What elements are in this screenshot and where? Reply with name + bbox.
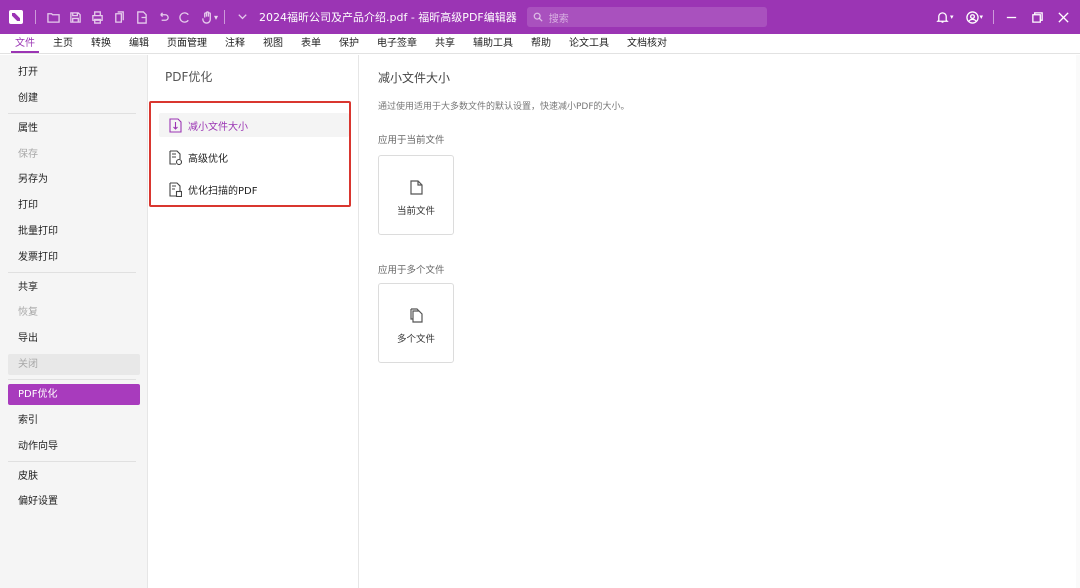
close-icon[interactable] xyxy=(1050,0,1076,34)
nav-properties[interactable]: 属性 xyxy=(8,118,140,139)
nav-close[interactable]: 关闭 xyxy=(8,354,140,375)
restore-icon[interactable] xyxy=(1024,0,1050,34)
menu-view[interactable]: 视图 xyxy=(254,34,292,54)
nav-share[interactable]: 共享 xyxy=(8,277,140,298)
nav-preferences[interactable]: 偏好设置 xyxy=(8,491,140,512)
scan-optimize-icon xyxy=(169,181,182,197)
card-label: 当前文件 xyxy=(396,206,435,217)
panel-title: PDF优化 xyxy=(165,70,213,84)
option-label: 高级优化 xyxy=(188,153,228,165)
nav-batch-print[interactable]: 批量打印 xyxy=(8,221,140,242)
menu-home[interactable]: 主页 xyxy=(44,34,82,54)
menu-accessibility[interactable]: 辅助工具 xyxy=(464,34,522,54)
nav-create[interactable]: 创建 xyxy=(8,88,140,109)
open-icon[interactable] xyxy=(42,7,64,27)
divider xyxy=(8,461,136,462)
optimize-options-panel: PDF优化 减小文件大小 高级优化 优化扫描的PDF xyxy=(149,55,359,588)
files-icon xyxy=(409,308,423,323)
menu-file[interactable]: 文件 xyxy=(6,34,44,54)
menu-thesis-tools[interactable]: 论文工具 xyxy=(560,34,618,54)
title-bar: ▾ 2024福昕公司及产品介绍.pdf - 福昕高级PDF编辑器 搜索 ▾ ▾ xyxy=(0,0,1080,34)
option-scan-optimize[interactable]: 优化扫描的PDF xyxy=(159,177,349,201)
menu-bar: 文件 主页 转换 编辑 页面管理 注释 视图 表单 保护 电子签章 共享 辅助工… xyxy=(0,34,1080,54)
section-multiple-label: 应用于多个文件 xyxy=(378,265,445,276)
minimize-icon[interactable] xyxy=(998,0,1024,34)
print-icon[interactable] xyxy=(86,7,108,27)
nav-invoice-print[interactable]: 发票打印 xyxy=(8,247,140,268)
section-current-label: 应用于当前文件 xyxy=(378,135,445,146)
menu-protect[interactable]: 保护 xyxy=(330,34,368,54)
divider xyxy=(8,113,136,114)
current-file-card[interactable]: 当前文件 xyxy=(378,155,454,235)
divider xyxy=(8,272,136,273)
chevron-down-icon[interactable]: ▾ xyxy=(214,13,218,22)
chevron-down-icon[interactable]: ▾ xyxy=(979,13,983,21)
copy-icon[interactable] xyxy=(108,7,130,27)
content-title: 减小文件大小 xyxy=(378,71,451,85)
nav-export[interactable]: 导出 xyxy=(8,328,140,349)
option-label: 减小文件大小 xyxy=(188,121,248,133)
search-placeholder: 搜索 xyxy=(548,13,569,25)
nav-pdf-optimize[interactable]: PDF优化 xyxy=(8,384,140,405)
search-input[interactable]: 搜索 xyxy=(526,7,767,27)
option-label: 优化扫描的PDF xyxy=(188,185,258,197)
card-label: 多个文件 xyxy=(396,334,435,345)
nav-save[interactable]: 保存 xyxy=(8,144,140,165)
option-advanced-optimize[interactable]: 高级优化 xyxy=(159,145,349,169)
customize-icon[interactable] xyxy=(231,7,253,27)
search-icon xyxy=(533,12,543,22)
chevron-down-icon[interactable]: ▾ xyxy=(950,13,954,21)
quick-access-toolbar: ▾ xyxy=(29,7,253,27)
scrollbar[interactable] xyxy=(1076,55,1080,588)
menu-convert[interactable]: 转换 xyxy=(82,34,120,54)
menu-page-manage[interactable]: 页面管理 xyxy=(158,34,216,54)
nav-save-as[interactable]: 另存为 xyxy=(8,169,140,190)
menu-help[interactable]: 帮助 xyxy=(522,34,560,54)
nav-print[interactable]: 打印 xyxy=(8,195,140,216)
separator xyxy=(35,10,36,24)
nav-action-wizard[interactable]: 动作向导 xyxy=(8,436,140,457)
multiple-files-card[interactable]: 多个文件 xyxy=(378,283,454,363)
export-icon[interactable] xyxy=(130,7,152,27)
nav-open[interactable]: 打开 xyxy=(8,62,140,83)
redo-icon[interactable] xyxy=(174,7,196,27)
file-icon xyxy=(409,180,423,195)
undo-icon[interactable] xyxy=(152,7,174,27)
option-reduce-size[interactable]: 减小文件大小 xyxy=(159,113,349,137)
nav-restore[interactable]: 恢复 xyxy=(8,302,140,323)
nav-skin[interactable]: 皮肤 xyxy=(8,466,140,487)
file-backstage-nav: 打开 创建 属性 保存 另存为 打印 批量打印 发票打印 共享 恢复 导出 关闭… xyxy=(0,55,148,588)
save-icon[interactable] xyxy=(64,7,86,27)
menu-comment[interactable]: 注释 xyxy=(216,34,254,54)
window-controls: ▾ ▾ xyxy=(930,0,1080,34)
menu-edit[interactable]: 编辑 xyxy=(120,34,158,54)
advanced-optimize-icon xyxy=(169,149,182,165)
separator xyxy=(993,10,994,24)
reduce-size-content: 减小文件大小 通过使用适用于大多数文件的默认设置，快速减小PDF的大小。 应用于… xyxy=(360,55,1080,588)
nav-index[interactable]: 索引 xyxy=(8,410,140,431)
divider xyxy=(8,379,136,380)
menu-e-signature[interactable]: 电子签章 xyxy=(368,34,426,54)
app-logo-icon xyxy=(9,10,23,24)
menu-share[interactable]: 共享 xyxy=(426,34,464,54)
menu-form[interactable]: 表单 xyxy=(292,34,330,54)
content-description: 通过使用适用于大多数文件的默认设置，快速减小PDF的大小。 xyxy=(378,102,630,112)
separator xyxy=(224,10,226,24)
reduce-size-icon xyxy=(169,117,182,133)
menu-doc-compare[interactable]: 文档核对 xyxy=(618,34,676,54)
document-title: 2024福昕公司及产品介绍.pdf - 福昕高级PDF编辑器 xyxy=(259,11,517,24)
